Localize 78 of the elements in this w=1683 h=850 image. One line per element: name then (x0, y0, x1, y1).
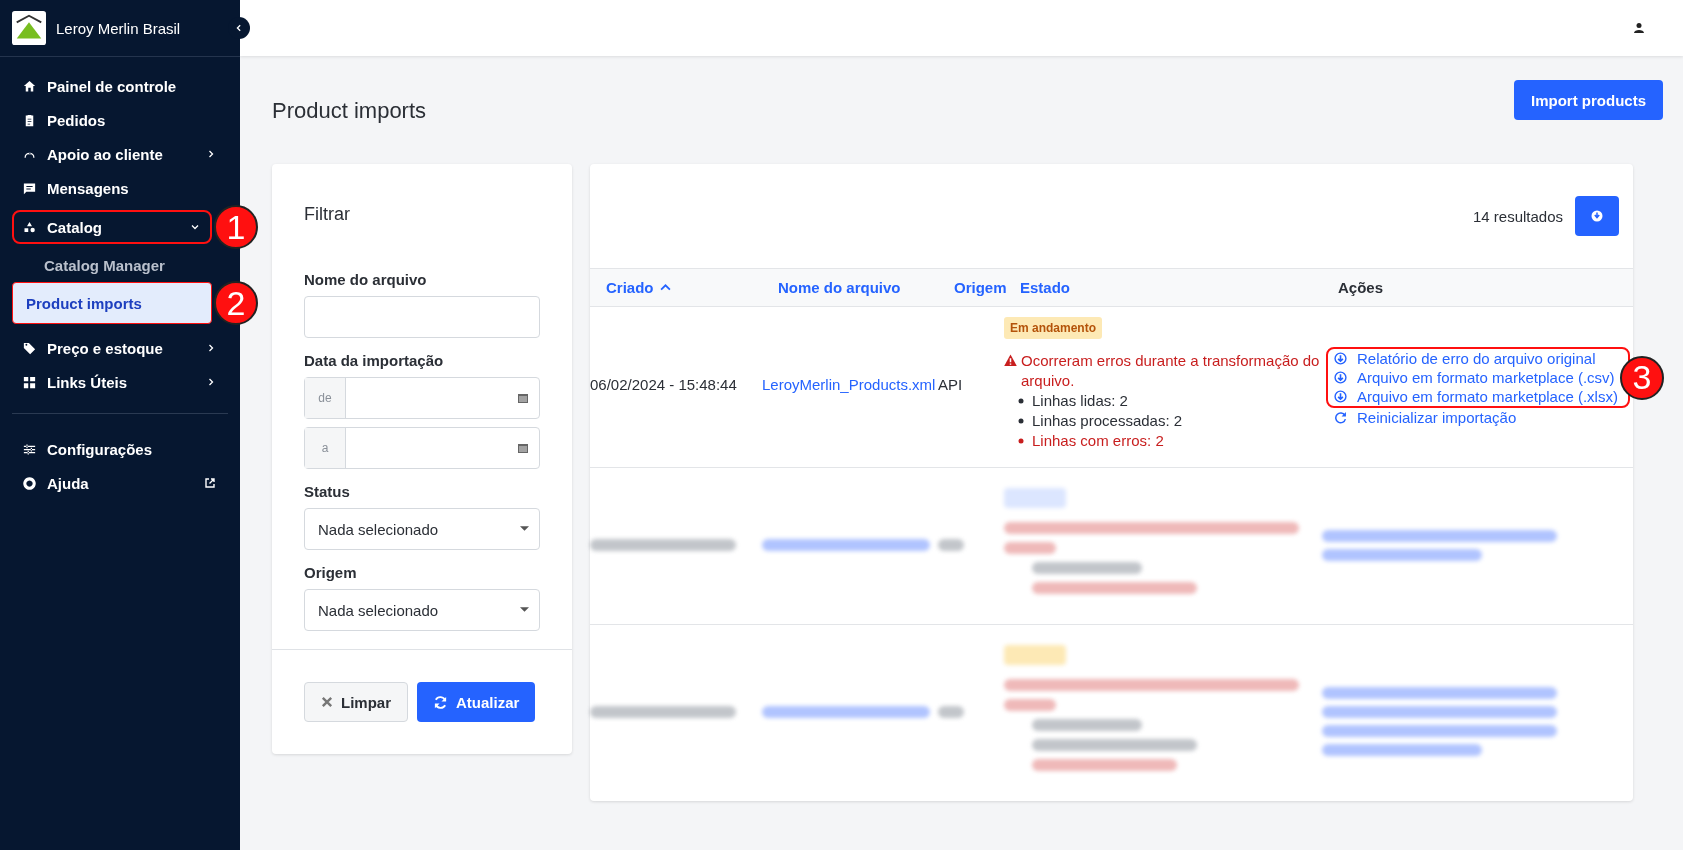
shapes-icon (22, 219, 37, 235)
download-icon (1334, 390, 1347, 403)
lifebuoy-icon (22, 475, 37, 491)
field-label: Origem (304, 564, 358, 581)
chevron-icon (235, 24, 243, 32)
brand-name: Leroy Merlin Brasil (56, 19, 181, 37)
line-count: Linhas processadas: 2 (1032, 411, 1183, 431)
download-button[interactable] (1575, 196, 1619, 236)
file-name-field[interactable] (304, 296, 540, 338)
bullet-icon (1018, 438, 1024, 444)
close-icon (321, 696, 333, 708)
status-badge: Em andamento (1004, 317, 1102, 339)
logo-icon (12, 11, 46, 45)
page-title: Product imports (272, 98, 427, 124)
chevron-icon (190, 222, 200, 232)
blurred-text (938, 706, 964, 718)
import-button[interactable]: Import products (1514, 80, 1663, 120)
nav-item[interactable]: Preço e estoque (12, 331, 228, 365)
download-icon (1591, 210, 1603, 222)
callout-number: 1 (214, 205, 258, 249)
table-cell: API (938, 375, 963, 393)
column-header[interactable]: Estado (1020, 279, 1070, 296)
home-icon (22, 78, 37, 94)
nav-item[interactable]: Configurações (12, 432, 228, 466)
file-link[interactable]: LeroyMerlin_Products.xml (762, 375, 936, 393)
nav-item[interactable]: Painel de controle (12, 69, 228, 103)
callout-number: 2 (214, 281, 258, 325)
action-link[interactable]: Relatório de erro do arquivo original (1334, 349, 1618, 368)
grid-icon (22, 374, 37, 390)
nav-item[interactable]: Ajuda (12, 466, 228, 500)
origin-dropdown[interactable]: Nada selecionado (304, 589, 540, 631)
refresh-icon (1334, 411, 1347, 424)
bullet-icon (1018, 418, 1024, 424)
bullet-icon (1018, 398, 1024, 404)
status-dropdown[interactable]: Nada selecionado (304, 508, 540, 550)
nav-item[interactable]: Catalog (12, 210, 212, 244)
column-header[interactable]: Criado (606, 279, 671, 296)
nav-subitem[interactable]: Catalog Manager (12, 249, 228, 281)
column-header: Ações (1338, 279, 1384, 296)
chevron-icon (206, 377, 216, 387)
calendar-icon (517, 392, 529, 404)
user-icon[interactable] (1633, 22, 1645, 34)
warning-icon (1004, 354, 1017, 367)
blurred-text (938, 539, 964, 551)
nav-item[interactable]: Pedidos (12, 103, 228, 137)
tag-icon (22, 340, 37, 356)
calendar-icon (517, 442, 529, 454)
callout-number: 3 (1619, 355, 1664, 400)
filter-title: Filtrar (304, 204, 351, 225)
error-message: Ocorreram erros durante a transformação do arquivo. (1021, 351, 1321, 391)
blurred-text (1004, 699, 1056, 711)
caret-icon (520, 526, 529, 532)
line-count: Linhas lidas: 2 (1032, 391, 1128, 411)
download-icon (1334, 371, 1347, 384)
action-link[interactable]: Reinicializar importação (1334, 408, 1517, 427)
blurred-text (1004, 542, 1056, 554)
action-link[interactable]: Arquivo em formato marketplace (.xlsx) (1334, 387, 1618, 406)
caret-icon (520, 607, 529, 613)
column-header[interactable]: Origem (954, 279, 1007, 296)
chevron-icon (206, 343, 216, 353)
refresh-icon (433, 694, 448, 710)
action-link[interactable]: Arquivo em formato marketplace (.csv) (1334, 368, 1618, 387)
chevron-icon (206, 149, 216, 159)
nav-item[interactable]: Mensagens (12, 171, 228, 205)
field-label: Data da importação (304, 352, 445, 369)
field-label: Status (304, 483, 351, 500)
table-cell: 06/02/2024 - 15:48:44 (590, 375, 737, 393)
nav-subitem[interactable]: Product imports (12, 282, 212, 324)
results-count: 14 resultados (1472, 207, 1563, 225)
column-header[interactable]: Nome do arquivo (778, 279, 901, 296)
clear-button[interactable]: Limpar (304, 682, 408, 722)
field-label: Nome do arquivo (304, 271, 428, 288)
download-icon (1334, 352, 1347, 365)
refresh-button[interactable]: Atualizar (417, 682, 536, 722)
line-count: Linhas com erros: 2 (1032, 431, 1164, 451)
sort-icon (659, 284, 671, 291)
nav-item[interactable]: Links Úteis (12, 365, 228, 399)
nav-item[interactable]: Apoio ao cliente (12, 137, 228, 171)
